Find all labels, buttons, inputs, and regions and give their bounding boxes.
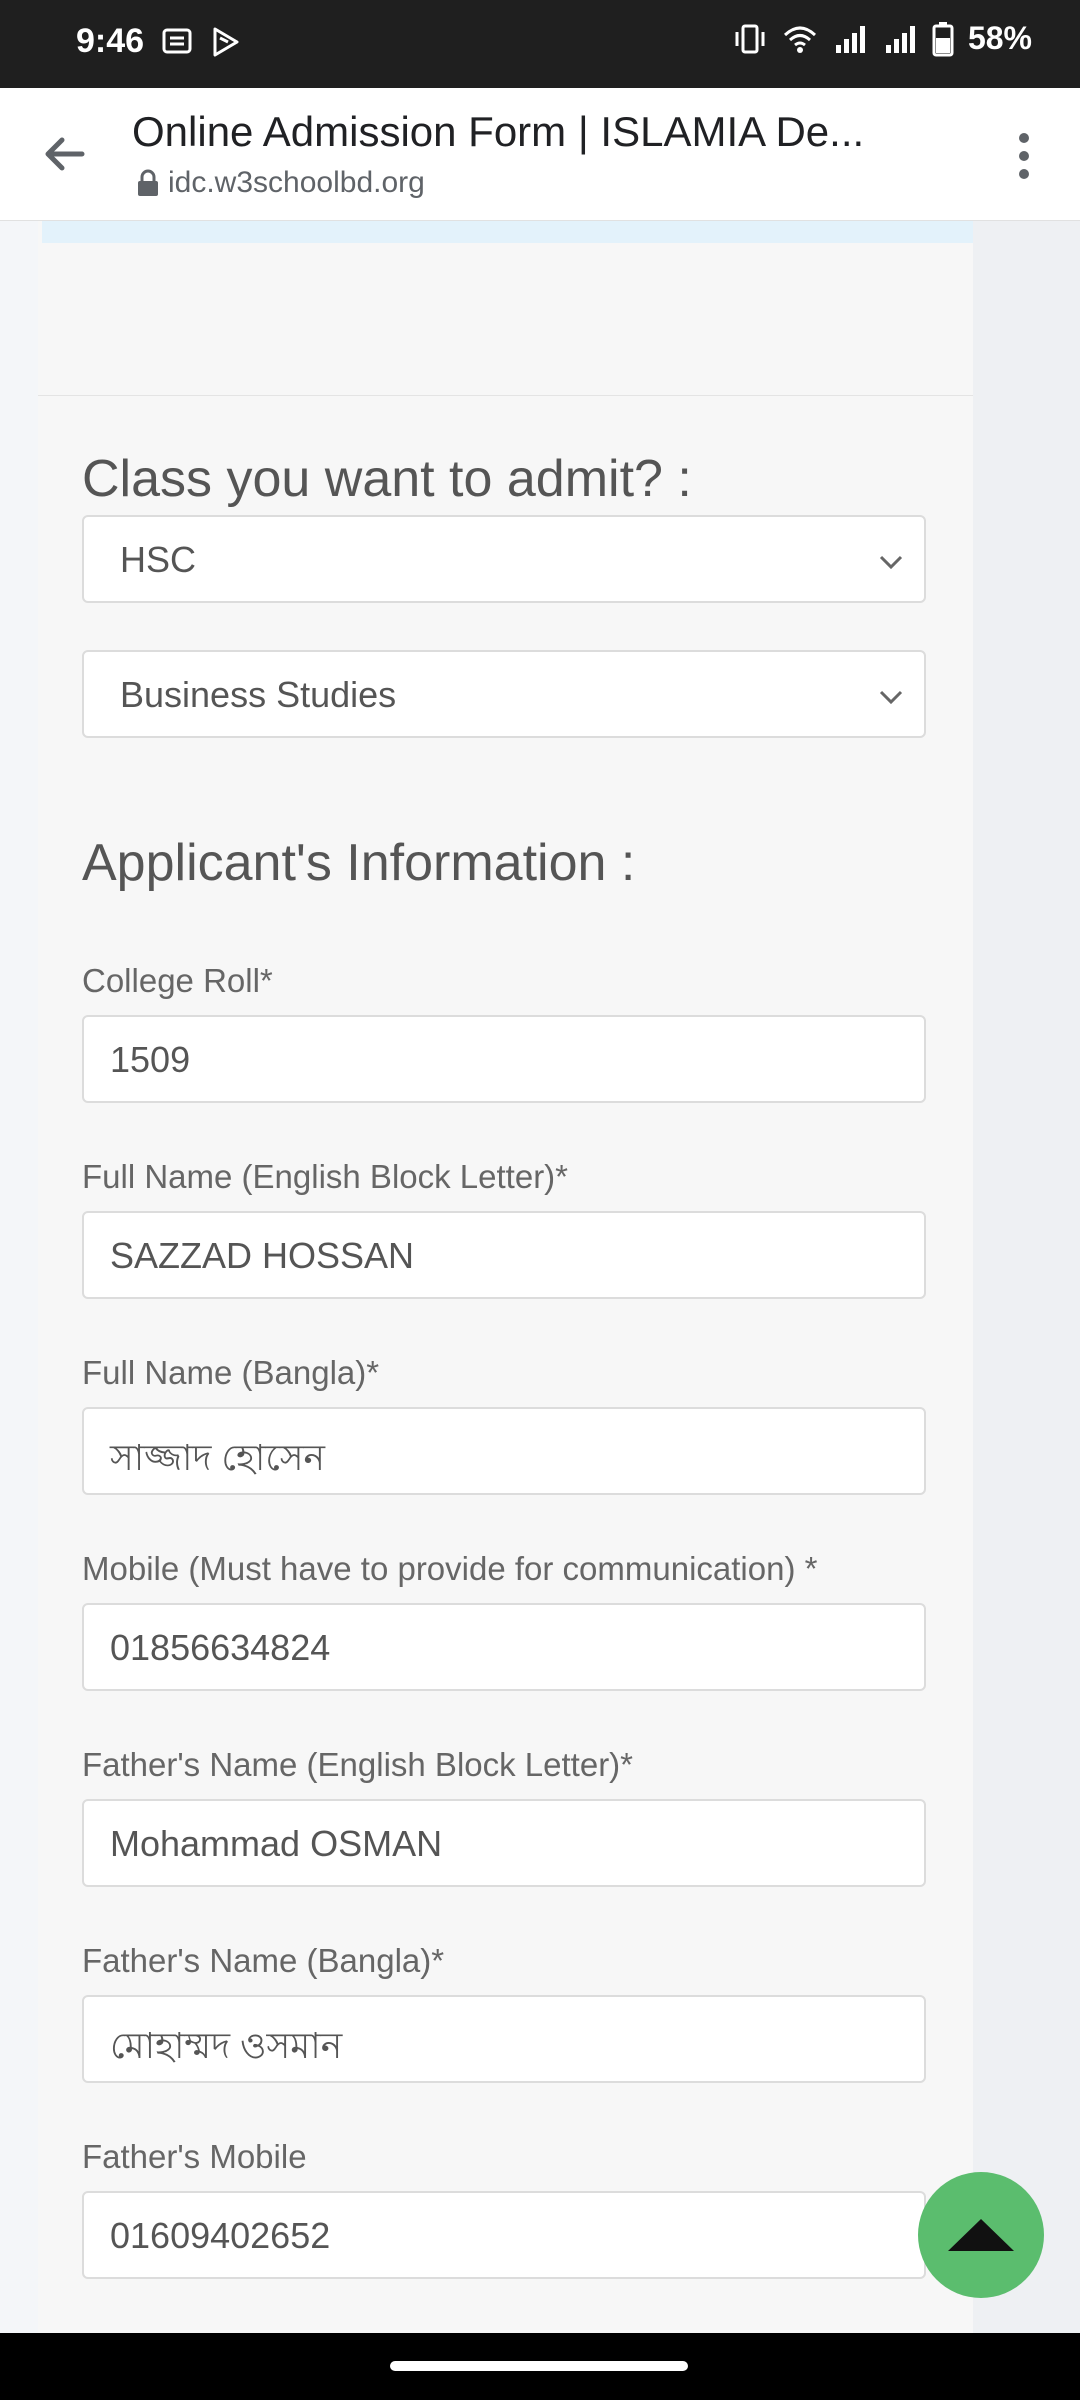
scroll-to-top-button[interactable]: [918, 2172, 1044, 2298]
web-page: Class you want to admit? : HSC Business …: [0, 221, 1080, 2333]
chevron-down-icon: [879, 690, 903, 705]
full-name-english-input[interactable]: SAZZAD HOSSAN: [82, 1211, 926, 1299]
father-name-bangla-input[interactable]: মোহাম্মদ ওসমান: [82, 1995, 926, 2083]
college-roll-label: College Roll*: [82, 962, 273, 999]
browser-toolbar: Online Admission Form | ISLAMIA De... id…: [0, 88, 1080, 221]
signal-icon: [835, 25, 865, 53]
mobile-value: 01856634824: [110, 1627, 331, 1668]
chevron-down-icon: [879, 555, 903, 570]
arrow-up-icon: [948, 2219, 1014, 2251]
form-container: Class you want to admit? : HSC Business …: [38, 221, 973, 2333]
page-margin: [960, 221, 1080, 2333]
status-bar: 9:46 58%: [0, 0, 1080, 88]
page-margin: [0, 221, 38, 2333]
father-name-bangla-value: মোহাম্মদ ওসমান: [110, 2025, 343, 2066]
full-name-english-value: SAZZAD HOSSAN: [110, 1235, 415, 1276]
more-options-icon[interactable]: [996, 128, 1052, 184]
battery-icon: [932, 21, 954, 56]
page-title: Online Admission Form | ISLAMIA De...: [132, 108, 865, 155]
father-name-english-value: Mohammad OSMAN: [110, 1823, 443, 1864]
group-select[interactable]: Business Studies: [82, 650, 926, 738]
wifi-icon: [783, 26, 816, 53]
back-arrow-icon[interactable]: [38, 128, 90, 180]
vibrate-icon: [735, 24, 765, 53]
status-time: 9:46: [76, 22, 145, 60]
info-banner: [42, 221, 973, 243]
home-gesture-handle[interactable]: [390, 2361, 688, 2371]
play-icon: [213, 27, 239, 57]
signal-icon: [885, 25, 915, 53]
father-name-bangla-label: Father's Name (Bangla)*: [82, 1942, 445, 1979]
system-nav-bar: [0, 2333, 1080, 2400]
class-heading: Class you want to admit? :: [82, 450, 692, 508]
college-roll-value: 1509: [110, 1039, 191, 1080]
mobile-input[interactable]: 01856634824: [82, 1603, 926, 1691]
divider: [38, 395, 973, 396]
father-name-english-input[interactable]: Mohammad OSMAN: [82, 1799, 926, 1887]
father-mobile-input[interactable]: 01609402652: [82, 2191, 926, 2279]
father-mobile-label: Father's Mobile: [82, 2138, 307, 2175]
class-select[interactable]: HSC: [82, 515, 926, 603]
url-text: idc.w3schoolbd.org: [168, 166, 425, 199]
college-roll-input[interactable]: 1509: [82, 1015, 926, 1103]
battery-percentage: 58%: [967, 20, 1032, 56]
father-mobile-value: 01609402652: [110, 2215, 331, 2256]
full-name-bangla-value: সাজ্জাদ হোসেন: [110, 1437, 326, 1478]
message-icon: [162, 28, 192, 54]
full-name-english-label: Full Name (English Block Letter)*: [82, 1158, 569, 1195]
applicant-info-heading: Applicant's Information :: [82, 834, 636, 892]
father-name-english-label: Father's Name (English Block Letter)*: [82, 1746, 634, 1783]
full-name-bangla-input[interactable]: সাজ্জাদ হোসেন: [82, 1407, 926, 1495]
class-select-value: HSC: [120, 539, 197, 580]
lock-icon: [138, 169, 158, 196]
group-select-value: Business Studies: [120, 674, 397, 715]
mobile-label: Mobile (Must have to provide for communi…: [82, 1550, 818, 1587]
url-bar[interactable]: idc.w3schoolbd.org: [136, 166, 425, 200]
full-name-bangla-label: Full Name (Bangla)*: [82, 1354, 380, 1391]
